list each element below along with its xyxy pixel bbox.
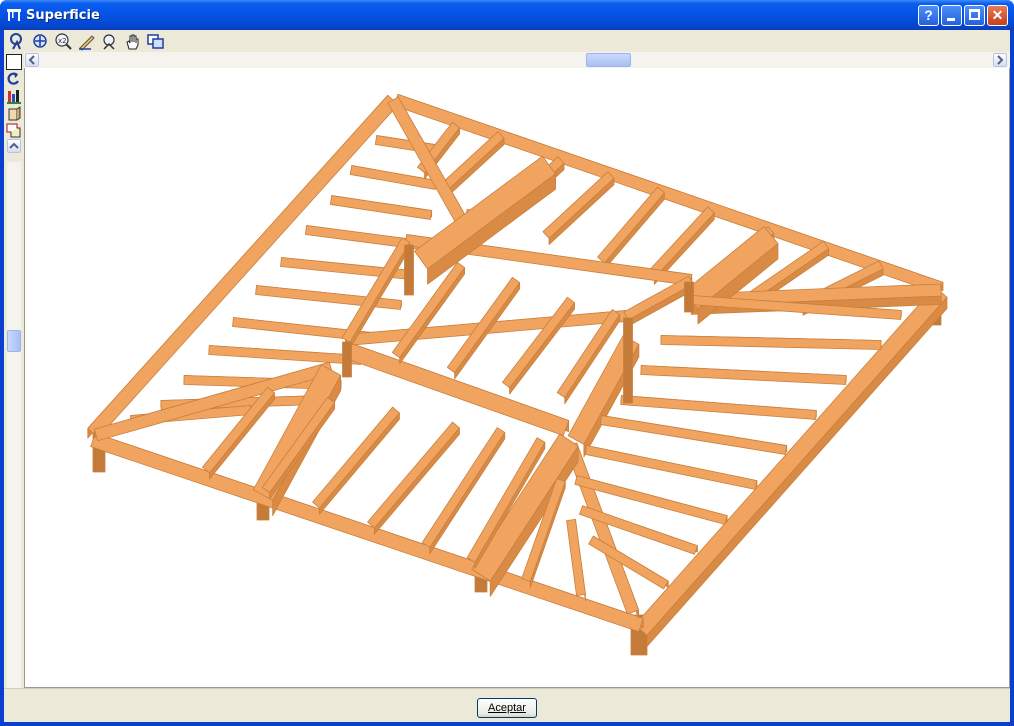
svg-text:x2: x2 (58, 37, 67, 45)
rafter-back-5-side (604, 192, 665, 270)
scroll-right-button[interactable] (993, 53, 1007, 67)
help-icon: ? (924, 7, 933, 23)
frame-post-4 (684, 281, 694, 313)
accept-button-label: Aceptar (488, 702, 526, 714)
pencil-icon[interactable] (77, 32, 96, 51)
app-icon (7, 9, 21, 21)
rafter-back-2-side (443, 137, 505, 201)
vertical-scrollbar[interactable] (7, 139, 21, 710)
maximize-button[interactable] (964, 5, 985, 26)
rafter-right-3 (640, 365, 847, 385)
elevation-view-icon[interactable] (6, 88, 22, 104)
rectangle-view-icon[interactable] (6, 54, 22, 70)
title-bar[interactable]: Superficie ? ✕ (0, 0, 1014, 30)
rafter-right-2 (660, 335, 882, 350)
rafter-left-8 (208, 345, 362, 365)
model-viewport[interactable] (24, 52, 1010, 688)
minimize-button[interactable] (941, 5, 962, 26)
ridge-frame-right (623, 275, 694, 321)
accept-button[interactable]: Aceptar (477, 698, 537, 718)
horizontal-scrollbar[interactable] (24, 52, 1010, 68)
zoom-x2-icon[interactable]: x2 (54, 32, 73, 51)
help-button[interactable]: ? (918, 5, 939, 26)
select-zoom-icon[interactable] (8, 32, 27, 51)
maximize-icon (969, 9, 980, 20)
frame-post-2 (342, 341, 352, 378)
copy-view-icon[interactable] (146, 32, 165, 51)
roof-structure-3d-view (87, 93, 948, 656)
window-title: Superficie (26, 8, 100, 23)
pan-hand-icon[interactable] (123, 32, 142, 51)
top-toolbar: x2 (4, 30, 1010, 52)
frame-post-1 (404, 244, 414, 296)
rafter-right-9 (588, 535, 669, 590)
rafter-right-5 (599, 415, 788, 455)
zoom-extents-icon[interactable] (31, 32, 50, 51)
rotate-icon[interactable] (6, 71, 22, 87)
frame-post-3 (623, 317, 633, 404)
rafter-left-3 (329, 195, 433, 220)
inner-rafter-3-side (509, 302, 575, 395)
zoom-window-icon[interactable] (100, 32, 119, 51)
side-toolbar (4, 52, 24, 710)
chevron-up-icon (9, 142, 19, 149)
rafter-right-6 (584, 445, 758, 490)
vertical-scroll-thumb[interactable] (7, 330, 21, 352)
rafter-right-4 (620, 395, 817, 420)
rafter-back-6 (647, 206, 715, 279)
side-view-icon[interactable] (6, 105, 22, 121)
scroll-up-button[interactable] (7, 139, 21, 153)
horizontal-scroll-thumb[interactable] (586, 53, 631, 67)
perspective-view-icon[interactable] (6, 122, 22, 138)
dialog-footer: Aceptar (4, 688, 1010, 722)
scroll-left-button[interactable] (25, 53, 39, 67)
close-icon: ✕ (991, 7, 1004, 23)
chevron-left-icon (28, 55, 35, 65)
client-area: x2 Aceptar (4, 30, 1010, 722)
rafter-front-3 (312, 406, 400, 509)
minimize-icon (947, 18, 955, 21)
rafter-back-5 (597, 186, 665, 264)
superficie-window: Superficie ? ✕ x2 Aceptar (0, 0, 1014, 726)
chevron-right-icon (997, 55, 1004, 65)
inner-rafter-3 (502, 296, 575, 389)
rafter-front-8 (566, 519, 586, 596)
rafter-back-4-side (548, 177, 615, 246)
ridge-frame-left (341, 237, 411, 343)
close-button[interactable]: ✕ (987, 5, 1008, 26)
